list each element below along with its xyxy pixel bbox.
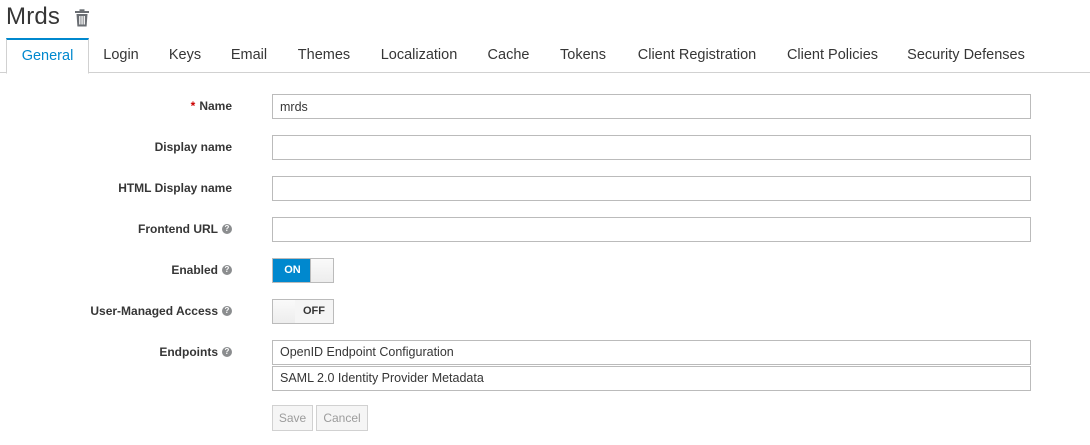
frontend-url-label: Frontend URL ? [138, 216, 232, 242]
toggle-handle [273, 300, 296, 323]
question-circle-icon[interactable]: ? [222, 265, 232, 275]
display-name-label: Display name [155, 134, 232, 160]
required-marker: * [190, 99, 196, 113]
endpoints-label: Endpoints ? [159, 339, 232, 365]
tab-security-defenses[interactable]: Security Defenses [900, 38, 1032, 73]
display-name-label-text: Display name [154, 140, 232, 154]
endpoints-label-text: Endpoints [159, 345, 218, 359]
html-display-name-label: HTML Display name [118, 175, 232, 201]
toggle-on-label: ON [273, 259, 312, 282]
page-header: Mrds [6, 2, 90, 32]
tab-client-registration[interactable]: Client Registration [630, 38, 764, 73]
tab-keys[interactable]: Keys [162, 38, 208, 73]
tab-cache[interactable]: Cache [481, 38, 536, 73]
frontend-url-label-text: Frontend URL [138, 222, 218, 236]
tab-themes[interactable]: Themes [290, 38, 358, 73]
name-input[interactable] [272, 94, 1031, 119]
question-circle-icon[interactable]: ? [222, 306, 232, 316]
display-name-input[interactable] [272, 135, 1031, 160]
question-circle-icon[interactable]: ? [222, 224, 232, 234]
toggle-handle [310, 259, 333, 282]
endpoint-openid-link[interactable]: OpenID Endpoint Configuration [272, 340, 1031, 365]
trash-icon[interactable] [74, 9, 90, 27]
toggle-off-label: OFF [295, 300, 333, 323]
name-label-text: Name [199, 99, 232, 113]
endpoint-saml-link[interactable]: SAML 2.0 Identity Provider Metadata [272, 366, 1031, 391]
cancel-button[interactable]: Cancel [316, 405, 368, 431]
enabled-toggle[interactable]: ON [272, 258, 334, 283]
save-button[interactable]: Save [272, 405, 313, 431]
realm-settings-tabs: General Login Keys Email Themes Localiza… [0, 38, 1090, 74]
tab-email[interactable]: Email [224, 38, 274, 73]
html-display-name-label-text: HTML Display name [118, 181, 232, 195]
tab-client-policies[interactable]: Client Policies [780, 38, 885, 73]
question-circle-icon[interactable]: ? [222, 347, 232, 357]
name-label: * Name [191, 93, 232, 119]
user-managed-access-label-text: User-Managed Access [90, 304, 218, 318]
tab-localization[interactable]: Localization [373, 38, 465, 73]
page-title: Mrds [6, 3, 61, 30]
frontend-url-input[interactable] [272, 217, 1031, 242]
enabled-label-text: Enabled [171, 263, 218, 277]
html-display-name-input[interactable] [272, 176, 1031, 201]
enabled-label: Enabled ? [171, 257, 232, 283]
tab-general[interactable]: General [6, 38, 89, 74]
tab-login[interactable]: Login [95, 38, 147, 73]
tab-tokens[interactable]: Tokens [552, 38, 614, 73]
user-managed-access-label: User-Managed Access ? [90, 298, 232, 324]
user-managed-access-toggle[interactable]: OFF [272, 299, 334, 324]
